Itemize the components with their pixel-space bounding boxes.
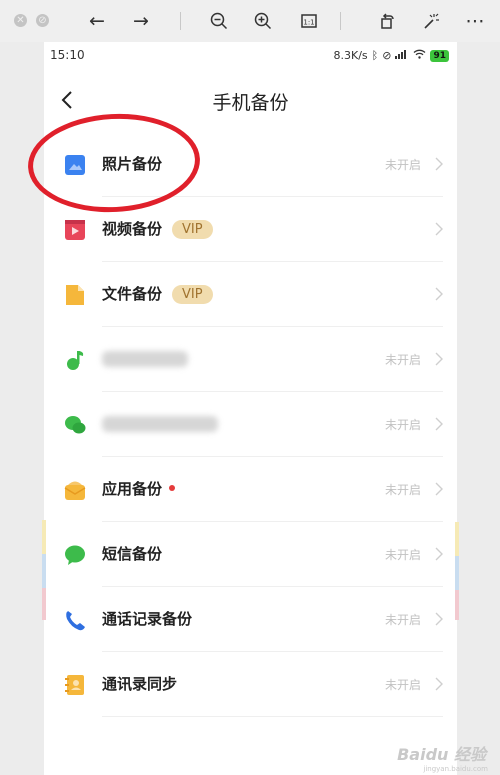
list-item-sms-backup[interactable]: 短信备份 未开启	[44, 522, 457, 587]
divider	[102, 716, 443, 717]
item-status: 未开启	[384, 483, 421, 497]
side-strip-yellow	[455, 522, 459, 556]
list-item-contacts-sync[interactable]: 通讯录同步 未开启	[44, 652, 457, 717]
item-status: 未开启	[384, 353, 421, 367]
file-icon	[66, 285, 84, 305]
item-status: 未开启	[384, 548, 421, 562]
side-strip-pink	[42, 588, 46, 620]
message-icon	[65, 545, 85, 565]
chevron-right-icon	[435, 157, 443, 171]
phone-icon	[66, 611, 85, 631]
backup-list: 照片备份 未开启 视频备份 VIP 文件备份 VIP 未开启 未开启 应用备份 …	[44, 132, 457, 717]
minimize-window-icon[interactable]: ⊘	[36, 14, 49, 27]
alarm-off-icon: ⊘	[382, 49, 392, 62]
chevron-right-icon	[435, 482, 443, 496]
baidu-watermark: Baidu 经验	[397, 745, 486, 764]
battery-indicator: 91	[430, 49, 449, 62]
more-icon[interactable]: ⋯	[462, 9, 488, 33]
forward-arrow-icon[interactable]: →	[128, 9, 154, 33]
list-item-file-backup[interactable]: 文件备份 VIP	[44, 262, 457, 327]
item-status: 未开启	[384, 158, 421, 172]
wechat-icon	[65, 416, 86, 434]
toolbar-divider	[180, 12, 181, 30]
image-viewer-toolbar: ✕ ⊘ ← → 1:1 ⋯	[0, 0, 500, 42]
magic-wand-icon[interactable]	[418, 9, 444, 33]
item-label: 短信备份	[102, 545, 163, 563]
chevron-right-icon	[435, 287, 443, 301]
network-speed: 8.3K/s	[333, 49, 368, 62]
page-title: 手机备份	[212, 92, 289, 114]
list-item-music-backup[interactable]: 未开启	[44, 327, 457, 392]
rotate-icon[interactable]	[374, 9, 400, 33]
bluetooth-icon: ᛒ	[371, 49, 379, 62]
status-icons: 8.3K/s ᛒ ⊘ 91	[333, 49, 449, 62]
blurred-label	[102, 351, 188, 367]
item-label-text: 视频备份	[102, 220, 163, 238]
item-label: 文件备份 VIP	[102, 284, 213, 304]
list-item-wechat-backup[interactable]: 未开启	[44, 392, 457, 457]
item-status: 未开启	[384, 678, 421, 692]
toolbar-divider	[340, 12, 341, 30]
item-label-text: 应用备份	[102, 480, 163, 498]
signal-icon	[395, 49, 409, 62]
status-time: 15:10	[50, 48, 85, 62]
item-label: 通讯录同步	[102, 675, 178, 693]
chevron-right-icon	[435, 612, 443, 626]
item-status: 未开启	[384, 613, 421, 627]
side-strip-blue	[455, 556, 459, 590]
blurred-label	[102, 416, 218, 432]
side-strip-blue	[42, 554, 46, 588]
new-dot-badge	[169, 485, 176, 491]
baidu-watermark-url: jingyan.baidu.com	[423, 765, 488, 773]
side-strip-yellow	[42, 520, 46, 554]
list-item-app-backup[interactable]: 应用备份 未开启	[44, 457, 457, 522]
video-icon	[65, 220, 85, 240]
item-label: 应用备份	[102, 479, 176, 499]
list-item-call-log-backup[interactable]: 通话记录备份 未开启	[44, 587, 457, 652]
wifi-icon	[413, 49, 426, 62]
vip-badge: VIP	[172, 220, 213, 239]
close-window-icon[interactable]: ✕	[14, 14, 27, 27]
item-label: 通话记录备份	[102, 610, 193, 628]
chevron-right-icon	[435, 547, 443, 561]
contacts-icon	[65, 675, 84, 695]
item-label: 视频备份 VIP	[102, 219, 213, 239]
item-status: 未开启	[384, 418, 421, 432]
zoom-in-icon[interactable]	[250, 9, 276, 33]
zoom-out-icon[interactable]	[206, 9, 232, 33]
status-bar: 15:10 8.3K/s ᛒ ⊘ 91	[44, 42, 457, 72]
vip-badge: VIP	[172, 285, 213, 304]
back-arrow-icon[interactable]: ←	[84, 9, 110, 33]
fit-icon[interactable]: 1:1	[296, 9, 322, 33]
item-label-text: 文件备份	[102, 285, 163, 303]
chevron-right-icon	[435, 677, 443, 691]
chevron-right-icon	[435, 352, 443, 366]
chevron-right-icon	[435, 222, 443, 236]
music-icon	[67, 351, 84, 370]
svg-text:1:1: 1:1	[303, 19, 314, 27]
chevron-right-icon	[435, 417, 443, 431]
app-icon	[64, 481, 86, 500]
side-strip-pink	[455, 590, 459, 620]
